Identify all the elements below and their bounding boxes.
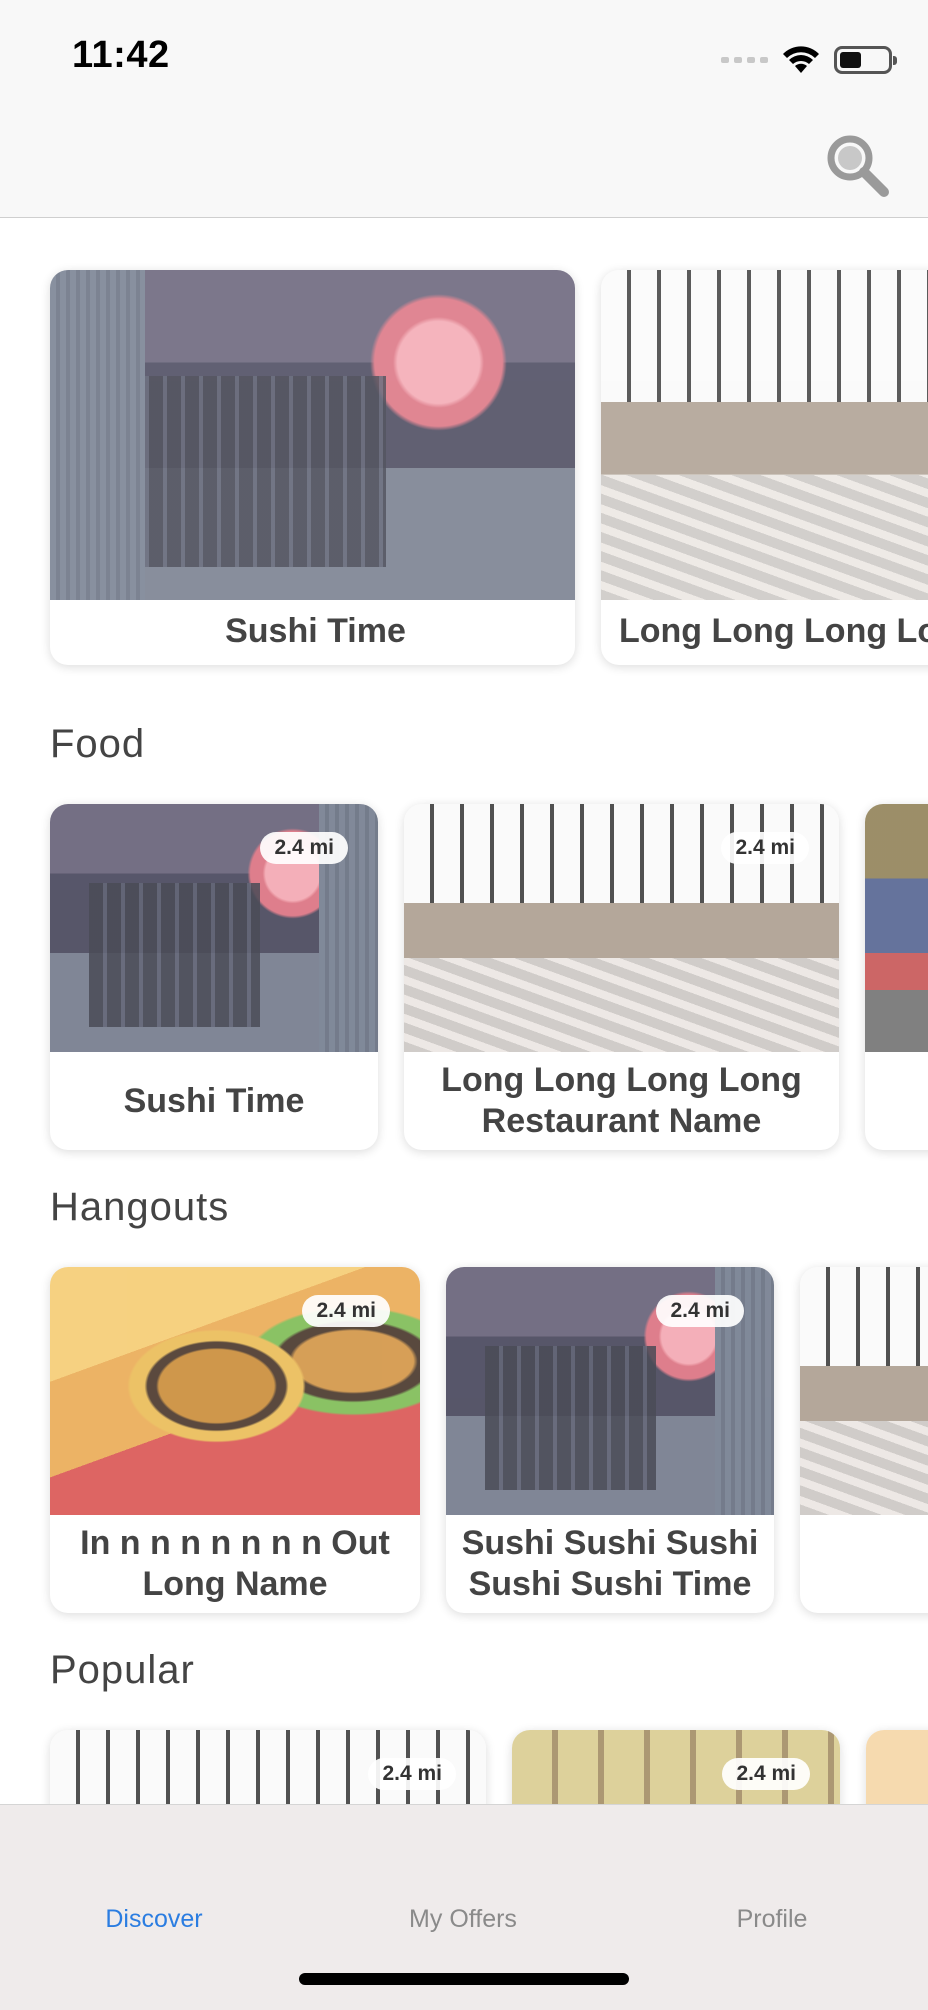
place-photo bbox=[800, 1267, 928, 1516]
place-card[interactable]: 2.4 mi In n n n n n n n Out Long Name bbox=[50, 1267, 420, 1613]
place-card[interactable]: 2.4 mi bbox=[512, 1730, 840, 1804]
place-photo bbox=[865, 804, 928, 1052]
featured-card-name: Sushi Time bbox=[225, 611, 406, 650]
place-photo bbox=[866, 1730, 928, 1804]
place-name: Long Long Long Long Restaurant Name bbox=[441, 1061, 802, 1140]
tab-discover[interactable]: Discover bbox=[54, 1905, 254, 1934]
place-card[interactable]: 2.4 mi Sushi Sushi Sushi Sushi Sushi Tim… bbox=[446, 1267, 774, 1613]
tab-my-offers[interactable]: My Offers bbox=[363, 1905, 563, 1934]
status-bar: 11:42 bbox=[0, 0, 928, 110]
battery-level bbox=[840, 52, 861, 68]
distance-badge: 2.4 mi bbox=[368, 1758, 456, 1790]
distance-badge: 2.4 mi bbox=[260, 832, 348, 864]
featured-card[interactable]: Long Long Long Lo bbox=[601, 270, 928, 665]
section-title-popular: Popular bbox=[50, 1648, 195, 1692]
distance-badge: 2.4 mi bbox=[656, 1295, 744, 1327]
restaurant-photo bbox=[601, 270, 928, 600]
place-name: Sushi Time bbox=[123, 1081, 305, 1120]
place-card[interactable] bbox=[800, 1267, 928, 1613]
cellular-signal-icon bbox=[721, 57, 768, 63]
status-time: 11:42 bbox=[72, 34, 170, 76]
distance-badge: 2.4 mi bbox=[302, 1295, 390, 1327]
nav-bar bbox=[0, 110, 928, 218]
discover-feed[interactable]: Sushi Time Long Long Long Lo Food 2.4 mi… bbox=[0, 219, 928, 1804]
place-card[interactable]: 2.4 mi bbox=[50, 1730, 486, 1804]
place-card[interactable]: 2.4 mi Sushi Time bbox=[50, 804, 378, 1150]
tab-profile[interactable]: Profile bbox=[672, 1905, 872, 1934]
restaurant-photo bbox=[50, 270, 575, 600]
distance-badge: 2.4 mi bbox=[721, 832, 809, 864]
battery-icon bbox=[834, 46, 897, 74]
wifi-icon bbox=[783, 46, 819, 73]
featured-card[interactable]: Sushi Time bbox=[50, 270, 575, 665]
place-name: Sushi Sushi Sushi Sushi Sushi Time bbox=[461, 1524, 759, 1603]
search-icon[interactable] bbox=[822, 130, 892, 200]
distance-badge: 2.4 mi bbox=[722, 1758, 810, 1790]
place-name: In n n n n n n n Out Long Name bbox=[80, 1524, 390, 1603]
section-title-food: Food bbox=[50, 722, 146, 766]
featured-card-name: Long Long Long Lo bbox=[619, 611, 928, 650]
place-card[interactable] bbox=[865, 804, 928, 1150]
place-card[interactable]: 2.4 mi Long Long Long Long Restaurant Na… bbox=[404, 804, 839, 1150]
home-indicator[interactable] bbox=[299, 1973, 629, 1985]
status-icons bbox=[721, 40, 897, 80]
place-card[interactable] bbox=[866, 1730, 928, 1804]
section-title-hangouts: Hangouts bbox=[50, 1185, 230, 1229]
